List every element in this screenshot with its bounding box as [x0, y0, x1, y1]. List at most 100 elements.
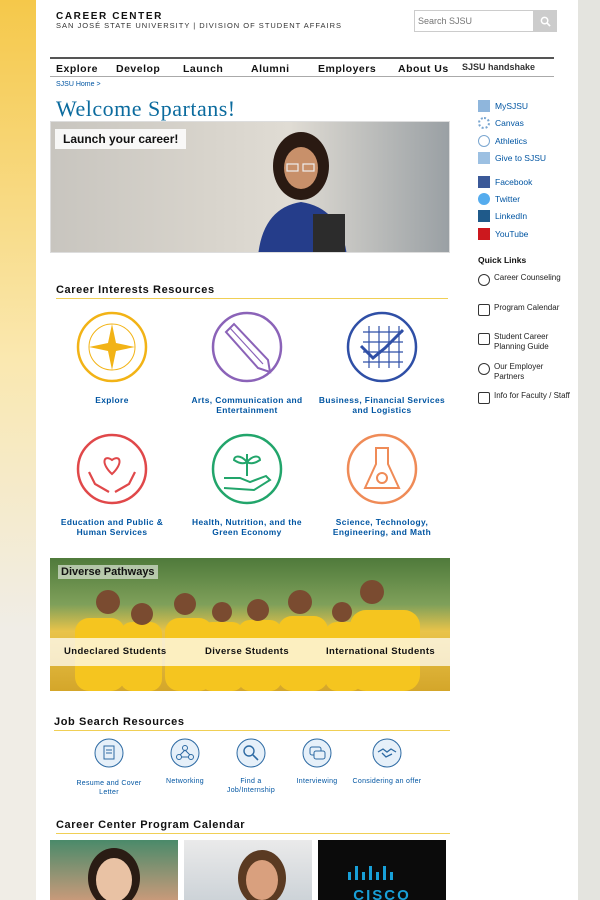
compass-icon	[76, 311, 148, 383]
network-icon	[170, 738, 200, 768]
quick-link-career-counseling[interactable]: Career Counseling	[478, 273, 568, 286]
career-tile-label: Science, Technology, Engineering, and Ma…	[332, 517, 432, 537]
sidebar-link-label: Give to SJSU	[495, 153, 547, 163]
search-icon	[540, 16, 551, 27]
calendar-event-2[interactable]	[184, 840, 312, 900]
career-tile-label: Health, Nutrition, and the Green Economy	[192, 517, 302, 537]
handshake-link[interactable]: SJSU handshake	[462, 62, 535, 72]
right-decorative-border	[578, 0, 600, 900]
sidebar-link-canvas[interactable]: Canvas	[478, 117, 524, 129]
job-label: Resume and Cover Letter	[76, 780, 142, 796]
calendar-title: Career Center Program Calendar	[56, 819, 450, 834]
job-resume[interactable]: Resume and Cover Letter	[74, 738, 144, 797]
chat-icon	[302, 738, 332, 768]
diverse-pathways-banner: Diverse Pathways Undeclared Students Div…	[50, 558, 450, 691]
quick-link-label: Career Counseling	[494, 273, 561, 282]
sidebar-link-label: Athletics	[495, 136, 528, 146]
job-label: Interviewing	[296, 778, 338, 785]
sidebar-link-label: Canvas	[495, 118, 524, 128]
magnifier-icon	[236, 738, 266, 768]
calendar-icon	[478, 304, 490, 316]
job-networking[interactable]: Networking	[150, 738, 220, 786]
main-nav: Explore Develop Launch Alumni Employers …	[50, 57, 554, 77]
plant-icon	[211, 433, 283, 505]
sidebar-link-label: MySJSU	[495, 101, 529, 111]
nav-about-us[interactable]: About Us	[398, 63, 449, 75]
breadcrumb[interactable]: SJSU Home >	[56, 81, 101, 88]
page: CAREER CENTER SAN JOSÉ STATE UNIVERSITY …	[36, 0, 578, 900]
calendar-event-1[interactable]	[50, 840, 178, 900]
linkedin-icon	[478, 210, 490, 222]
quick-link-faculty-staff[interactable]: Info for Faculty / Staff	[478, 391, 574, 404]
hero-label: Launch your career!	[55, 129, 187, 149]
pathway-diverse[interactable]: Diverse Students	[205, 646, 289, 657]
job-interviewing[interactable]: Interviewing	[282, 738, 352, 786]
search-input[interactable]	[414, 10, 536, 32]
career-tile-explore[interactable]: Explore	[48, 310, 176, 405]
pathway-international[interactable]: International Students	[326, 646, 435, 657]
quick-link-label: Info for Faculty / Staff	[494, 391, 570, 400]
pathway-undeclared[interactable]: Undeclared Students	[64, 646, 167, 657]
quick-link-label: Program Calendar	[494, 303, 560, 312]
search-button[interactable]	[533, 10, 557, 32]
quick-link-program-calendar[interactable]: Program Calendar	[478, 303, 568, 316]
career-tile-arts[interactable]: Arts, Communication and Entertainment	[183, 310, 311, 415]
job-label: Networking	[165, 778, 204, 785]
handshake-icon	[372, 738, 402, 768]
briefcase-icon	[478, 392, 490, 404]
job-find[interactable]: Find a Job/Internship	[216, 738, 286, 795]
career-tile-label: Explore	[95, 395, 129, 405]
career-tile-education[interactable]: Education and Public & Human Services	[48, 432, 176, 537]
sidebar-link-label: YouTube	[495, 229, 529, 239]
career-tile-stem[interactable]: Science, Technology, Engineering, and Ma…	[318, 432, 446, 537]
hero-banner[interactable]: Launch your career!	[50, 121, 450, 253]
job-search-title: Job Search Resources	[54, 716, 450, 731]
facebook-icon	[478, 176, 490, 188]
quick-link-label: Student Career Planning Guide	[494, 332, 549, 351]
nav-develop[interactable]: Develop	[116, 63, 160, 75]
career-tile-label: Business, Financial Services and Logisti…	[318, 395, 446, 415]
calendar-event-3[interactable]: CISCO	[318, 840, 446, 900]
student-photo	[258, 132, 347, 252]
sidebar-facebook[interactable]: Facebook	[478, 176, 532, 188]
career-tile-health[interactable]: Health, Nutrition, and the Green Economy	[183, 432, 311, 537]
site-subtitle: SAN JOSÉ STATE UNIVERSITY | DIVISION OF …	[56, 21, 343, 30]
event-photo	[88, 848, 140, 900]
career-tile-business[interactable]: Business, Financial Services and Logisti…	[318, 310, 446, 415]
page-title: Welcome Spartans!	[56, 96, 236, 121]
twitter-icon	[478, 193, 490, 205]
left-decorative-border	[0, 0, 36, 900]
document-icon	[94, 738, 124, 768]
chart-icon	[346, 311, 418, 383]
sidebar-linkedin[interactable]: LinkedIn	[478, 210, 527, 222]
athletics-icon	[478, 135, 490, 147]
sidebar-youtube[interactable]: YouTube	[478, 228, 528, 240]
sidebar-link-label: Twitter	[495, 194, 521, 204]
pencil-icon	[211, 311, 283, 383]
flask-icon	[346, 433, 418, 505]
canvas-icon	[478, 117, 490, 129]
quick-link-employer-partners[interactable]: Our Employer Partners	[478, 362, 574, 381]
cisco-logo-bars	[348, 866, 393, 880]
gift-icon	[478, 152, 490, 164]
sidebar-link-athletics[interactable]: Athletics	[478, 135, 527, 147]
quick-link-planning-guide[interactable]: Student Career Planning Guide	[478, 332, 574, 351]
career-interests-title: Career Interests Resources	[56, 284, 448, 299]
map-icon	[478, 333, 490, 345]
nav-launch[interactable]: Launch	[183, 63, 223, 75]
pathways-title: Diverse Pathways	[58, 565, 158, 579]
cisco-logo: CISCO	[353, 887, 411, 900]
sidebar-twitter[interactable]: Twitter	[478, 193, 520, 205]
nav-explore[interactable]: Explore	[56, 63, 98, 75]
hand-heart-icon	[76, 433, 148, 505]
nav-alumni[interactable]: Alumni	[251, 63, 290, 75]
job-label: Find a Job/Internship	[226, 778, 276, 794]
job-offer[interactable]: Considering an offer	[352, 738, 422, 786]
nav-employers[interactable]: Employers	[318, 63, 376, 75]
question-icon	[478, 274, 490, 286]
mysjsu-icon	[478, 100, 490, 112]
sidebar-link-label: LinkedIn	[495, 211, 528, 221]
sidebar-link-give[interactable]: Give to SJSU	[478, 152, 546, 164]
youtube-icon	[478, 228, 490, 240]
sidebar-link-mysjsu[interactable]: MySJSU	[478, 100, 528, 112]
